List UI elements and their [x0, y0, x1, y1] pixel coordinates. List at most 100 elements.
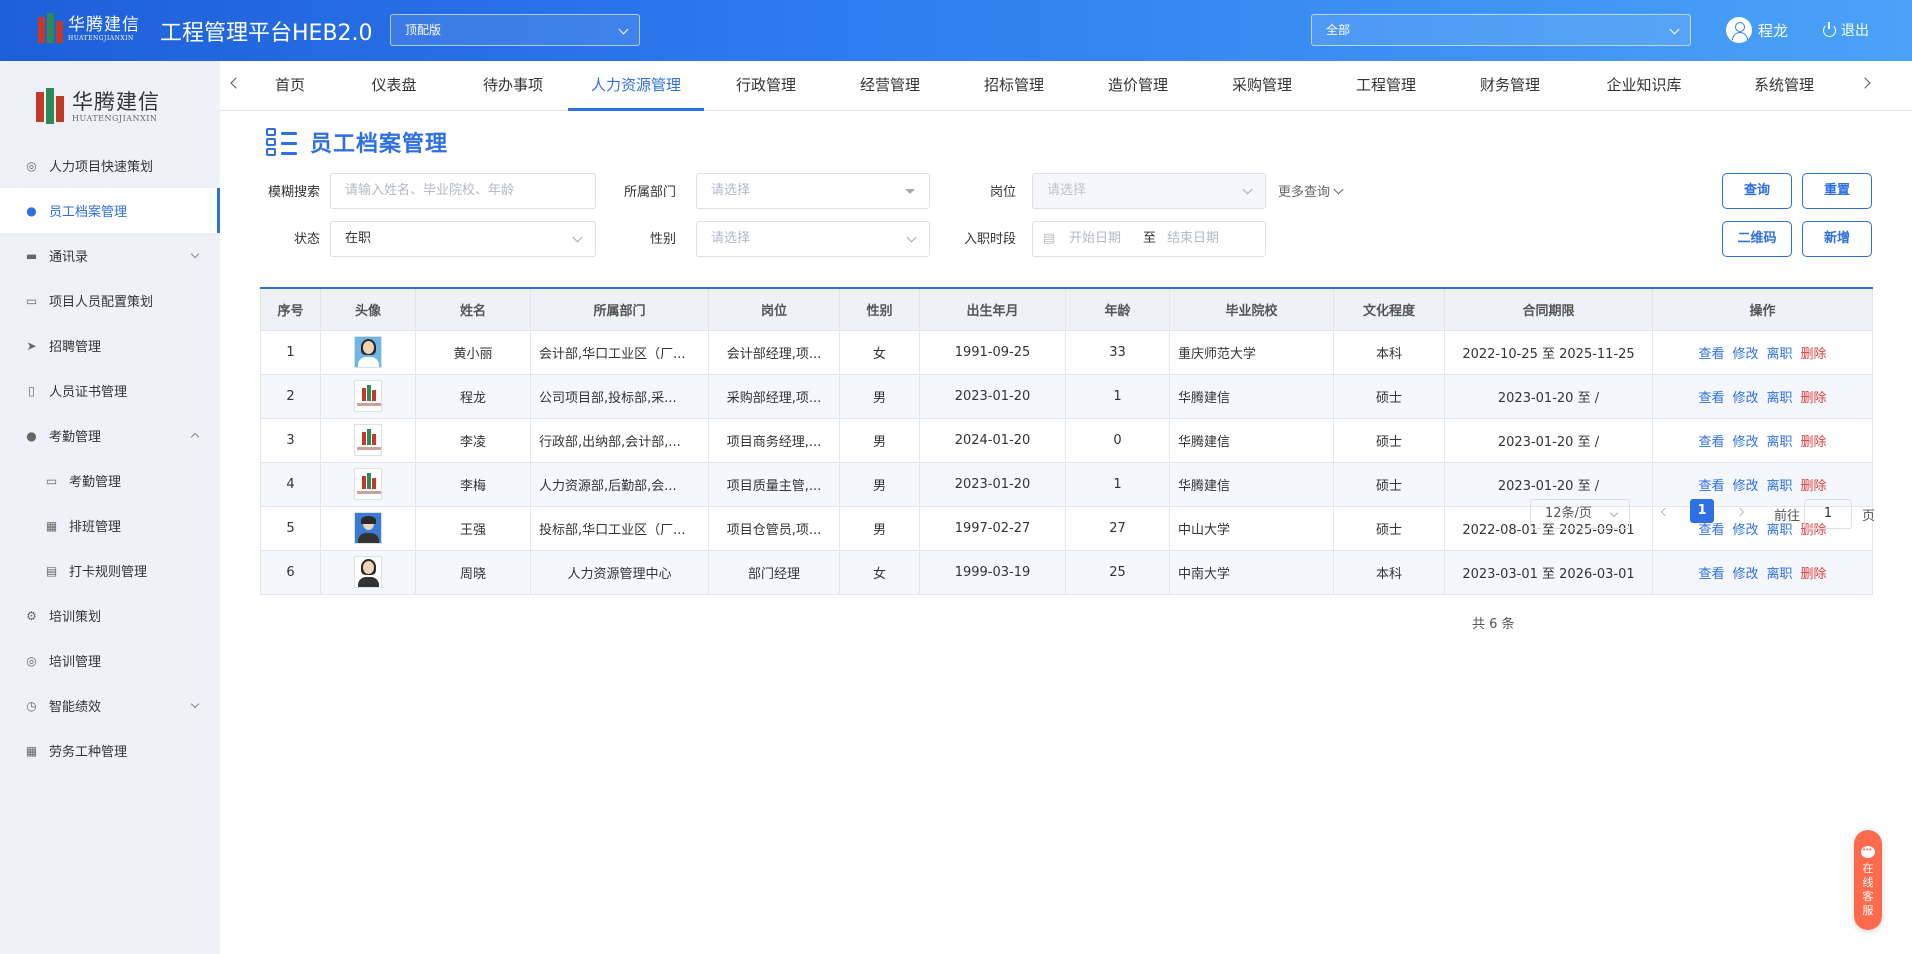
avatar[interactable]: [354, 424, 382, 456]
tab-knowledge[interactable]: 企业知识库: [1572, 61, 1716, 111]
cell-birth: 2023-01-20: [919, 373, 1066, 419]
department-select[interactable]: 请选择: [696, 173, 930, 209]
sidebar-item-contacts[interactable]: ▬ 通讯录: [0, 233, 220, 278]
tab-engineering[interactable]: 工程管理: [1324, 61, 1448, 111]
view-link[interactable]: 查看: [1698, 435, 1724, 450]
caret-down-icon: [905, 189, 915, 194]
view-link[interactable]: 查看: [1698, 523, 1724, 538]
sidebar-item-training-planning[interactable]: ⚙ 培训策划: [0, 593, 220, 638]
tab-system[interactable]: 系统管理: [1716, 61, 1852, 111]
status-select[interactable]: 在职: [330, 221, 596, 257]
tab-todo[interactable]: 待办事项: [458, 61, 568, 111]
avatar[interactable]: [354, 468, 382, 500]
tab-home[interactable]: 首页: [250, 61, 330, 111]
logout-button[interactable]: 退出: [1823, 20, 1869, 40]
leave-link[interactable]: 离职: [1767, 523, 1793, 538]
join-date-range[interactable]: ▤ 开始日期 至 结束日期: [1032, 221, 1266, 257]
sidebar-item-employee-records[interactable]: ● 员工档案管理: [0, 188, 220, 233]
edit-link[interactable]: 修改: [1732, 347, 1758, 362]
goto-prefix: 前往: [1774, 509, 1801, 524]
tab-hr[interactable]: 人力资源管理: [568, 61, 704, 111]
cell-education: 硕士: [1333, 505, 1445, 551]
tab-operations[interactable]: 经营管理: [828, 61, 952, 111]
current-page[interactable]: 1: [1690, 499, 1714, 523]
col-header-school: 毕业院校: [1169, 287, 1334, 331]
delete-link[interactable]: 删除: [1801, 347, 1827, 362]
qrcode-button[interactable]: 二维码: [1722, 221, 1792, 257]
view-link[interactable]: 查看: [1698, 347, 1724, 362]
add-button[interactable]: 新增: [1802, 221, 1872, 257]
cell-no: 4: [260, 461, 321, 507]
col-header-birth: 出生年月: [919, 287, 1066, 331]
delete-link[interactable]: 删除: [1801, 391, 1827, 406]
view-link[interactable]: 查看: [1698, 391, 1724, 406]
sidebar-item-hr-planning[interactable]: ◎ 人力项目快速策划: [0, 143, 220, 188]
edit-link[interactable]: 修改: [1732, 523, 1758, 538]
sidebar-item-scheduling[interactable]: ▦ 排班管理: [0, 503, 220, 548]
chevron-down-icon: [1609, 508, 1619, 518]
sidebar-item-training[interactable]: ◎ 培训管理: [0, 638, 220, 683]
sidebar-item-clock-rules[interactable]: ▤ 打卡规则管理: [0, 548, 220, 593]
cell-post: 项目质量主管,...: [708, 461, 840, 507]
page-title: 员工档案管理: [310, 132, 449, 157]
avatar[interactable]: [354, 556, 382, 588]
view-link[interactable]: 查看: [1698, 479, 1724, 494]
tab-dashboard[interactable]: 仪表盘: [330, 61, 458, 111]
sidebar-item-staffing-plan[interactable]: ▭ 项目人员配置策划: [0, 278, 220, 323]
leave-link[interactable]: 离职: [1767, 347, 1793, 362]
edit-link[interactable]: 修改: [1732, 567, 1758, 582]
more-query-toggle[interactable]: 更多查询: [1278, 181, 1342, 200]
sidebar-item-labor-types[interactable]: ▦ 劳务工种管理: [0, 728, 220, 773]
cell-department: 公司项目部,投标部,采...: [530, 373, 709, 419]
user-menu[interactable]: 程龙: [1726, 17, 1788, 43]
edit-link[interactable]: 修改: [1732, 479, 1758, 494]
view-link[interactable]: 查看: [1698, 567, 1724, 582]
page-size-select[interactable]: 12条/页: [1530, 499, 1630, 529]
delete-link[interactable]: 删除: [1801, 567, 1827, 582]
gender-select[interactable]: 请选择: [696, 221, 930, 257]
post-select[interactable]: 请选择: [1032, 173, 1266, 209]
sidebar-menu: ◎ 人力项目快速策划 ● 员工档案管理 ▬ 通讯录 ▭ 项目人员配置策划 ➤ 招…: [0, 143, 220, 773]
start-date-input[interactable]: 开始日期: [1069, 222, 1121, 256]
tab-finance[interactable]: 财务管理: [1448, 61, 1572, 111]
sidebar-item-certificates[interactable]: ▯ 人员证书管理: [0, 368, 220, 413]
chevron-down-icon: [190, 249, 200, 259]
tab-admin[interactable]: 行政管理: [704, 61, 828, 111]
chevron-right-icon[interactable]: [1859, 77, 1871, 89]
fuzzy-search-input[interactable]: 请输入姓名、毕业院校、年龄: [330, 173, 596, 209]
sidebar-item-recruitment[interactable]: ➤ 招聘管理: [0, 323, 220, 368]
sidebar-item-attendance-group[interactable]: ● 考勤管理: [0, 413, 220, 458]
company-logo-icon: [362, 473, 376, 489]
scope-select[interactable]: 全部: [1311, 14, 1691, 46]
avatar[interactable]: [354, 380, 382, 412]
end-date-input[interactable]: 结束日期: [1167, 222, 1219, 256]
header-logo[interactable]: 华腾建信 HUATENGJIANXIN: [38, 12, 152, 46]
leave-link[interactable]: 离职: [1767, 435, 1793, 450]
chevron-left-icon[interactable]: [230, 77, 242, 89]
avatar[interactable]: [354, 512, 382, 544]
tab-bidding[interactable]: 招标管理: [952, 61, 1076, 111]
leave-link[interactable]: 离职: [1767, 391, 1793, 406]
leave-link[interactable]: 离职: [1767, 479, 1793, 494]
users-icon: ●: [26, 428, 37, 443]
col-header-age: 年龄: [1065, 287, 1170, 331]
delete-link[interactable]: 删除: [1801, 479, 1827, 494]
version-select[interactable]: 顶配版: [390, 14, 640, 46]
tab-cost[interactable]: 造价管理: [1076, 61, 1200, 111]
leave-link[interactable]: 离职: [1767, 567, 1793, 582]
online-service-button[interactable]: 在线客服: [1854, 830, 1882, 930]
grid-icon: ▦: [45, 518, 58, 533]
fuzzy-search-label: 模糊搜索: [267, 185, 320, 200]
sidebar-item-performance[interactable]: ◷ 智能绩效: [0, 683, 220, 728]
table-row: 5 王强 投标部,华口工业区（厂... 项目仓管员,项... 男 1997-02-27 27…: [260, 505, 1873, 551]
reset-button[interactable]: 重置: [1802, 173, 1872, 209]
goto-page-input[interactable]: 1: [1804, 499, 1852, 529]
delete-link[interactable]: 删除: [1801, 435, 1827, 450]
sidebar-item-attendance[interactable]: ▭ 考勤管理: [0, 458, 220, 503]
query-button[interactable]: 查询: [1722, 173, 1792, 209]
cell-contract: 2023-01-20 至 /: [1444, 417, 1653, 463]
tab-procurement[interactable]: 采购管理: [1200, 61, 1324, 111]
edit-link[interactable]: 修改: [1732, 435, 1758, 450]
avatar[interactable]: [354, 336, 382, 368]
edit-link[interactable]: 修改: [1732, 391, 1758, 406]
